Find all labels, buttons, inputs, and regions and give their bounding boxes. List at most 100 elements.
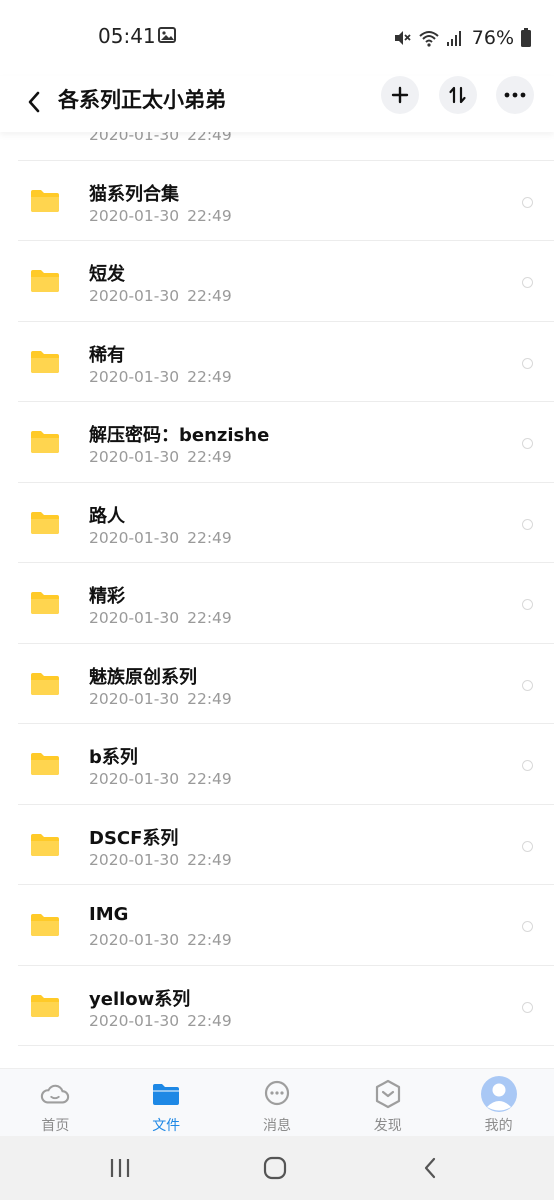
folder-icon [31, 672, 59, 695]
file-date: 2020-01-30 [89, 287, 180, 305]
image-notification-icon [158, 27, 176, 43]
select-radio[interactable] [522, 1001, 533, 1013]
file-name: DSCF系列 [89, 827, 179, 849]
file-list-item[interactable]: 稀有 2020-01-30 22:49 [0, 322, 554, 402]
system-back-button[interactable] [420, 1154, 440, 1182]
select-radio[interactable] [522, 599, 533, 610]
header: 各系列正太小弟弟 [0, 76, 554, 132]
status-icons: 76% [392, 24, 532, 52]
select-radio[interactable] [522, 438, 533, 449]
file-name: 解压密码：benzishe [89, 425, 270, 446]
tab-label: 文件 [152, 1118, 181, 1134]
file-date: 2020-01-30 [89, 367, 180, 386]
file-date: 2020-01-30 [89, 689, 180, 708]
file-list-item[interactable]: 精彩 2020-01-30 22:49 [0, 563, 554, 644]
system-nav-bar [0, 1136, 554, 1200]
home-circle-icon [263, 1156, 287, 1180]
select-radio[interactable] [522, 840, 533, 852]
select-radio[interactable] [522, 760, 533, 771]
file-time: 22:49 [187, 770, 232, 788]
signal-icon [446, 31, 461, 46]
more-button[interactable] [496, 76, 534, 114]
file-modified: 2020-01-30 22:49 [89, 690, 232, 708]
file-modified: 2020-01-30 22:49 [89, 851, 232, 869]
tab-label: 发现 [373, 1118, 402, 1134]
file-list: 猫系列全集 密码 yu2020-01-3022:49猫系列合集2020-01-3… [0, 102, 554, 1068]
file-time: 22:49 [187, 287, 232, 305]
file-date: 2020-01-30 [89, 206, 180, 225]
file-date: 2020-01-30 [89, 931, 180, 949]
select-radio[interactable] [522, 921, 533, 932]
file-list-item[interactable]: 魅族原创系列 2020-01-30 22:49 [0, 644, 554, 724]
file-time: 22:49 [187, 367, 232, 386]
file-name: b系列 [89, 747, 138, 768]
recent-apps-button[interactable] [108, 1154, 132, 1182]
file-list-item[interactable]: yellow系列 2020-01-30 22:49 [0, 966, 554, 1046]
file-date: 2020-01-30 [89, 609, 180, 627]
tab-files[interactable]: 文件 [111, 1069, 222, 1137]
file-modified: 2020-01-30 22:49 [89, 770, 232, 788]
file-list-item[interactable]: DSCF系列 2020-01-30 22:49 [0, 805, 554, 885]
select-radio[interactable] [522, 679, 533, 691]
file-list-item[interactable]: 解压密码：benzishe 2020-01-30 22:49 [0, 402, 554, 483]
file-name: 短发 [89, 264, 125, 285]
back-button[interactable] [18, 84, 50, 120]
tab-me[interactable]: 我的 [443, 1069, 554, 1137]
home-button[interactable] [262, 1154, 288, 1182]
file-name: yellow系列 [89, 988, 191, 1010]
folder-icon [151, 1079, 181, 1109]
status-bar: 05:41 76% [0, 0, 554, 76]
compass-hexagon-icon [373, 1079, 403, 1109]
select-radio[interactable] [522, 196, 533, 208]
select-radio[interactable] [522, 277, 533, 288]
file-list-item[interactable]: 短发 2020-01-30 22:49 [0, 241, 554, 322]
select-radio[interactable] [522, 518, 533, 530]
divider [18, 1045, 554, 1046]
file-modified: 2020-01-30 22:49 [89, 368, 232, 386]
folder-icon [31, 994, 59, 1017]
plus-icon [391, 86, 409, 104]
tab-label: 首页 [41, 1118, 70, 1134]
sort-button[interactable] [439, 76, 477, 114]
avatar-icon [480, 1076, 517, 1112]
chat-bubble-icon [262, 1079, 292, 1109]
sort-icon [449, 86, 466, 104]
add-button[interactable] [381, 76, 419, 114]
file-list-item[interactable]: b系列 2020-01-30 22:49 [0, 724, 554, 805]
cloud-icon [40, 1079, 70, 1109]
file-list-item[interactable]: IMG 2020-01-30 22:49 [0, 885, 554, 966]
file-modified: 2020-01-30 22:49 [89, 931, 232, 949]
file-date: 2020-01-30 [89, 850, 180, 869]
more-dots-icon [504, 92, 526, 98]
folder-icon [31, 511, 59, 534]
mute-icon [394, 31, 411, 45]
folder-icon [31, 350, 59, 373]
file-date: 2020-01-30 [89, 1011, 180, 1030]
file-date: 2020-01-30 [89, 528, 180, 547]
folder-icon [31, 592, 59, 614]
tab-messages[interactable]: 消息 [222, 1069, 333, 1137]
file-modified: 2020-01-30 22:49 [89, 207, 232, 225]
file-modified: 2020-01-30 22:49 [89, 448, 232, 466]
back-arrow-icon [424, 1157, 436, 1179]
file-name: 精彩 [89, 586, 125, 607]
select-radio[interactable] [522, 357, 533, 369]
file-name: 路人 [89, 505, 125, 527]
file-list-item[interactable]: 路人 2020-01-30 22:49 [0, 483, 554, 563]
page-title: 各系列正太小弟弟 [58, 88, 226, 112]
wifi-icon [419, 31, 439, 47]
tab-discover[interactable]: 发现 [332, 1069, 443, 1137]
file-time: 22:49 [187, 609, 232, 627]
battery-percent: 76% [471, 27, 514, 49]
file-date: 2020-01-30 [89, 448, 180, 466]
recent-apps-icon [110, 1159, 130, 1177]
file-modified: 2020-01-30 22:49 [89, 1012, 232, 1030]
chevron-left-icon [28, 91, 40, 113]
bottom-tab-bar: 首页 文件 消息 发现 我的 [0, 1068, 554, 1137]
file-time: 22:49 [187, 206, 232, 225]
file-time: 22:49 [187, 448, 232, 466]
tab-home[interactable]: 首页 [0, 1069, 111, 1137]
file-list-item[interactable]: 猫系列合集 2020-01-30 22:49 [0, 161, 554, 241]
file-time: 22:49 [187, 1011, 232, 1030]
file-name: IMG [89, 904, 129, 925]
